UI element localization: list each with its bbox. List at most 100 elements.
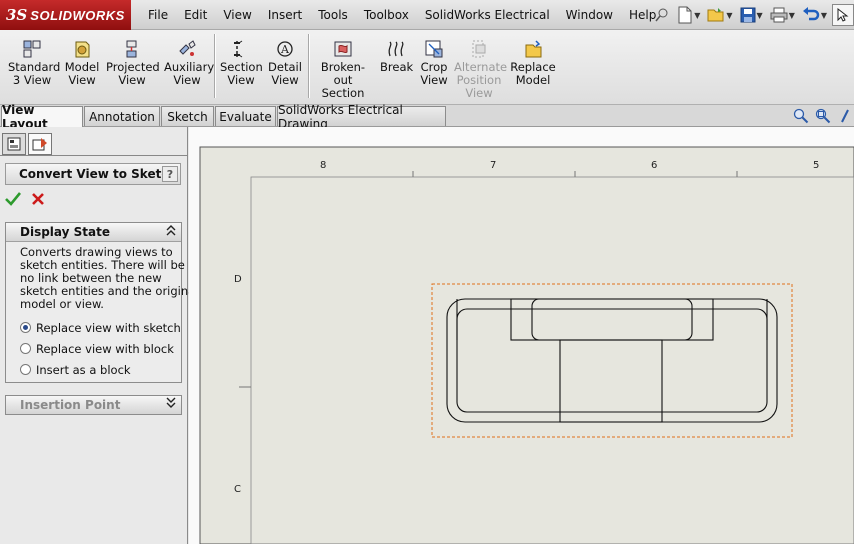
alternate-position-view-icon (472, 40, 486, 58)
save-icon[interactable]: ▼ (738, 4, 765, 26)
new-document-icon[interactable]: ▼ (675, 4, 702, 26)
alternate-position-view-label-line3: View (465, 86, 493, 100)
radio-unselected-icon[interactable] (20, 343, 31, 354)
tab-evaluate[interactable]: Evaluate (215, 106, 276, 126)
quick-access-toolbar: ▼ ▼ ▼ ▼ ▼ (652, 3, 854, 27)
ribbon-separator (308, 34, 309, 98)
ribbon-separator (214, 34, 215, 98)
description-line: no link between the new (20, 271, 162, 285)
chevron-down-icon[interactable]: ▼ (694, 11, 700, 20)
logo-text: SOLIDWORKS (30, 7, 125, 23)
auxiliary-view-icon (179, 40, 196, 56)
projected-view-button[interactable]: Projected View (106, 39, 160, 87)
zone-row-label: D (234, 274, 242, 285)
display-state-group: Display State Converts drawing views to … (5, 222, 198, 383)
radio-insert-as-a-block[interactable]: Insert as a block (6, 359, 181, 380)
zoom-to-fit-icon[interactable] (792, 108, 810, 124)
standard-3-view-label-line2: 3 View (12, 73, 52, 87)
description-line: Converts drawing views to (20, 245, 173, 259)
heads-up-view-toolbar (792, 108, 854, 124)
chevron-down-icon[interactable] (166, 397, 176, 412)
tab-view-layout[interactable]: View Layout (1, 103, 83, 131)
property-manager: Convert View to Sketch ? Display State C… (0, 127, 198, 544)
detail-view-button[interactable]: A Detail View (266, 39, 304, 87)
broken-out-section-icon (334, 41, 352, 57)
display-state-header[interactable]: Display State (6, 223, 181, 242)
radio-replace-view-with-block[interactable]: Replace view with block (6, 338, 181, 359)
alternate-position-view-button[interactable]: Alternate Position View (454, 39, 508, 100)
zone-column-label: 6 (651, 160, 658, 171)
replace-model-button[interactable]: Replace Model (510, 39, 556, 87)
tab-annotation[interactable]: Annotation (84, 106, 160, 126)
projected-view-label-line2: View (118, 73, 146, 87)
radio-label: Replace view with sketch (36, 320, 181, 335)
chevron-down-icon[interactable]: ▼ (821, 11, 827, 20)
projected-view-icon (126, 40, 137, 58)
radio-selected-icon[interactable] (20, 322, 31, 333)
title-bar: 3S SOLIDWORKS File Edit View Insert Tool… (0, 0, 854, 30)
menu-solidworks-electrical[interactable]: SolidWorks Electrical (417, 8, 558, 22)
feature-manager-tab-icon[interactable] (2, 133, 26, 155)
select-pointer-icon[interactable] (832, 4, 854, 26)
chevron-down-icon[interactable]: ▼ (757, 11, 763, 20)
print-icon[interactable]: ▼ (768, 4, 797, 26)
model-view-label-line2: View (68, 73, 96, 87)
auxiliary-view-label-line1: Auxiliary (164, 60, 215, 74)
radio-label: Replace view with block (36, 341, 174, 356)
property-manager-title-text: Convert View to Sketch (19, 167, 177, 181)
alternate-position-view-label-line2: Position (456, 73, 502, 87)
chevron-down-icon[interactable]: ▼ (789, 11, 795, 20)
menu-view[interactable]: View (215, 8, 259, 22)
ok-check-icon[interactable] (5, 191, 22, 210)
svg-text:A: A (280, 43, 290, 56)
break-button[interactable]: Break (380, 39, 414, 74)
solidworks-logo[interactable]: 3S SOLIDWORKS (0, 0, 131, 30)
tab-solidworks-electrical-drawing[interactable]: SolidWorks Electrical Drawing (277, 103, 446, 131)
standard-3-view-button[interactable]: Standard 3 View (8, 39, 60, 87)
radio-unselected-icon[interactable] (20, 364, 31, 375)
crop-view-button[interactable]: Crop View (418, 39, 450, 87)
alternate-position-view-label-line1: Alternate (454, 60, 508, 74)
auxiliary-view-label-line2: View (173, 73, 201, 87)
radio-replace-view-with-sketch[interactable]: Replace view with sketch (6, 317, 181, 338)
menu-insert[interactable]: Insert (260, 8, 310, 22)
radio-label: Insert as a block (36, 362, 131, 377)
auxiliary-view-button[interactable]: Auxiliary View (164, 39, 214, 87)
cancel-x-icon[interactable] (31, 191, 45, 210)
rotate-view-icon[interactable] (836, 108, 854, 124)
display-state-header-text: Display State (20, 225, 110, 239)
zoom-to-area-icon[interactable] (814, 108, 832, 124)
chevron-up-icon[interactable] (166, 224, 176, 239)
property-manager-tab-icon[interactable] (28, 133, 52, 155)
help-button[interactable]: ? (162, 166, 178, 182)
open-folder-icon[interactable]: ▼ (705, 4, 734, 26)
description-line: sketch entities. There will be (20, 258, 185, 272)
section-view-button[interactable]: Section View (220, 39, 263, 87)
menu-file[interactable]: File (140, 8, 176, 22)
graphics-area[interactable]: 8 7 6 5 D C (189, 127, 854, 544)
menu-tools[interactable]: Tools (310, 8, 356, 22)
tab-sketch[interactable]: Sketch (161, 106, 214, 126)
section-view-label-line2: View (227, 73, 255, 87)
pin-icon[interactable] (652, 4, 672, 26)
menu-window[interactable]: Window (558, 8, 621, 22)
panel-tab-divider (0, 155, 188, 156)
drawing-sheet[interactable] (189, 127, 854, 544)
model-view-button[interactable]: Model View (61, 39, 103, 87)
command-manager: Standard 3 View Model View Projected Vie… (0, 30, 854, 105)
menu-toolbox[interactable]: Toolbox (356, 8, 417, 22)
standard-3-view-icon (23, 40, 41, 58)
broken-out-section-button[interactable]: Broken-out Section (312, 39, 374, 100)
break-label-line1: Break (380, 60, 414, 74)
insertion-point-header[interactable]: Insertion Point (6, 396, 181, 414)
description-line: sketch entities and the original (20, 284, 199, 298)
replace-model-label-line1: Replace (510, 60, 556, 74)
sheet-border (199, 146, 854, 544)
undo-icon[interactable]: ▼ (800, 4, 829, 26)
broken-out-section-label-line2: Section (321, 86, 365, 100)
model-view-icon (75, 41, 90, 58)
crop-view-icon (425, 40, 443, 58)
section-view-label-line1: Section (220, 60, 263, 74)
menu-edit[interactable]: Edit (176, 8, 215, 22)
chevron-down-icon[interactable]: ▼ (726, 11, 732, 20)
